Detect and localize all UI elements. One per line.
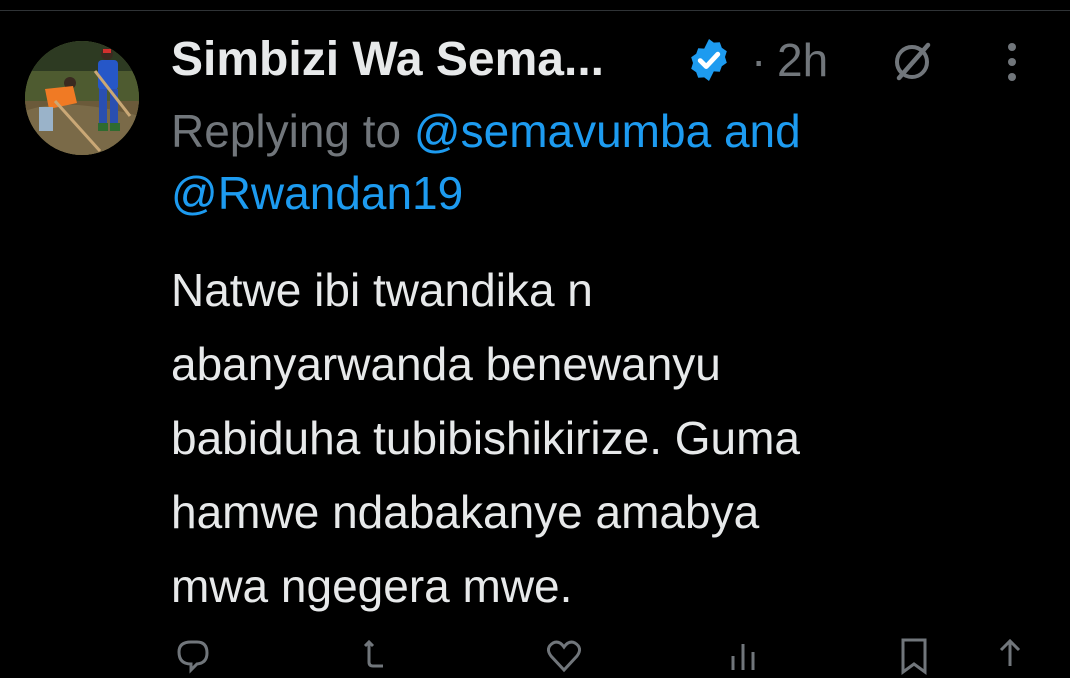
top-divider	[0, 10, 1070, 11]
like-icon[interactable]	[543, 636, 585, 678]
bookmark-icon[interactable]	[893, 636, 935, 678]
share-icon[interactable]	[989, 636, 1031, 678]
replying-to-label: Replying to	[171, 105, 402, 157]
reply-icon[interactable]	[171, 636, 213, 678]
grok-icon[interactable]	[888, 38, 936, 86]
verified-badge-icon	[691, 39, 727, 81]
mention-joiner: and	[723, 105, 801, 157]
action-bar	[171, 636, 1031, 676]
tweet-text: Natwe ibi twandika n abanyarwanda benewa…	[171, 264, 801, 612]
avatar[interactable]	[25, 41, 139, 155]
tweet-header: Simbizi Wa Sema... · 2h	[171, 28, 1030, 92]
separator-dot: ·	[751, 34, 767, 86]
replying-to-line: Replying to @semavumba and @Rwandan19	[171, 100, 1031, 224]
more-vertical-icon[interactable]	[996, 40, 1028, 84]
author-name[interactable]: Simbizi Wa Sema...	[171, 28, 604, 92]
mention-semavumba[interactable]: @semavumba	[414, 105, 711, 157]
views-icon[interactable]	[723, 636, 765, 678]
repost-icon[interactable]	[359, 636, 401, 678]
timestamp[interactable]: 2h	[777, 28, 828, 92]
mention-rwandan19[interactable]: @Rwandan19	[171, 167, 463, 219]
